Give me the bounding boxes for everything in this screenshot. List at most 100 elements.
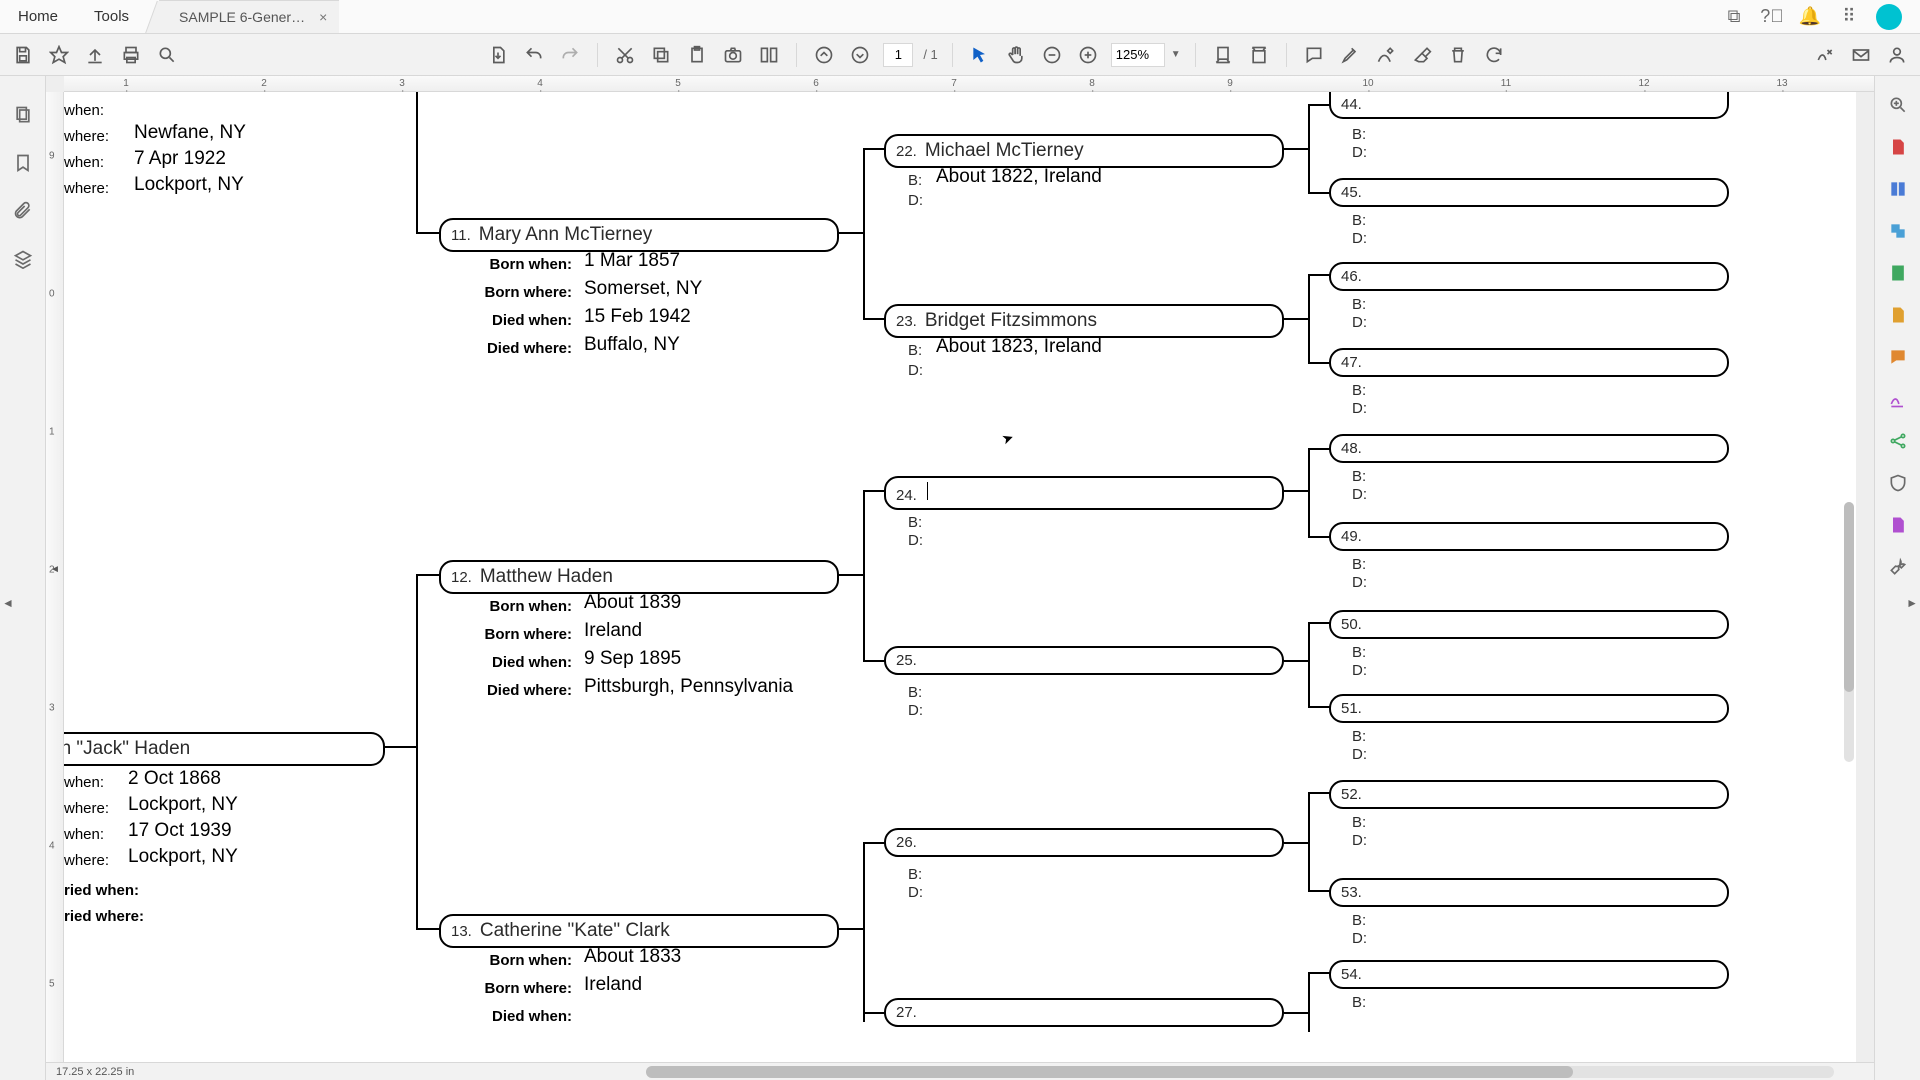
export-pdf-icon[interactable] xyxy=(485,42,511,68)
save-icon[interactable] xyxy=(10,42,36,68)
screenshot-icon[interactable]: ⧉ xyxy=(1724,7,1744,27)
more-tools-icon[interactable] xyxy=(1887,514,1909,536)
horizontal-ruler: 1 2 3 4 5 6 7 8 9 10 11 12 13 xyxy=(64,76,1874,92)
right-panel-strip: ► xyxy=(1874,76,1920,1080)
paste-icon[interactable] xyxy=(684,42,710,68)
draw-icon[interactable] xyxy=(1373,42,1399,68)
person-46-box[interactable]: 46. xyxy=(1329,262,1729,291)
search-icon[interactable] xyxy=(154,42,180,68)
star-icon[interactable] xyxy=(46,42,72,68)
frag-label: when: xyxy=(64,154,104,171)
print-icon[interactable] xyxy=(118,42,144,68)
menu-tools[interactable]: Tools xyxy=(76,0,147,33)
person-26-box[interactable]: 26. xyxy=(884,828,1284,857)
person-13-box[interactable]: 13. Catherine "Kate" Clark xyxy=(439,914,839,948)
zoom-dropdown-icon[interactable]: ▼ xyxy=(1171,49,1181,60)
organize-tool-icon[interactable] xyxy=(1887,304,1909,326)
document-tab-title: SAMPLE 6-Gener… xyxy=(179,9,305,25)
fit-width-icon[interactable] xyxy=(1210,42,1236,68)
delete-icon[interactable] xyxy=(1445,42,1471,68)
document-tab[interactable]: SAMPLE 6-Gener… × xyxy=(159,0,339,33)
page-up-icon[interactable] xyxy=(811,42,837,68)
hand-tool-icon[interactable] xyxy=(1003,42,1029,68)
vertical-scroll-thumb[interactable] xyxy=(1844,502,1854,692)
page-down-icon[interactable] xyxy=(847,42,873,68)
fit-page-icon[interactable] xyxy=(1246,42,1272,68)
person-52-box[interactable]: 52. xyxy=(1329,780,1729,809)
protect-tool-icon[interactable] xyxy=(1887,472,1909,494)
frag-value: Lockport, NY xyxy=(134,174,244,196)
cut-icon[interactable] xyxy=(612,42,638,68)
close-tab-icon[interactable]: × xyxy=(319,9,327,25)
apps-grid-icon[interactable]: ⠿ xyxy=(1838,7,1858,27)
share-tool-icon[interactable] xyxy=(1887,430,1909,452)
sign-icon[interactable] xyxy=(1812,42,1838,68)
page-number-input[interactable] xyxy=(883,43,913,67)
export-tool-icon[interactable] xyxy=(1887,262,1909,284)
person-53-box[interactable]: 53. xyxy=(1329,878,1729,907)
person-11-box[interactable]: 11. Mary Ann McTierney xyxy=(439,218,839,252)
zoom-in-icon[interactable] xyxy=(1075,42,1101,68)
pedigree-chart: when: where: Newfane, NY when: 7 Apr 192… xyxy=(64,92,1856,1062)
comment-icon[interactable] xyxy=(1301,42,1327,68)
main-toolbar: / 1 ▼ xyxy=(0,34,1920,76)
thumbnails-icon[interactable] xyxy=(12,104,34,126)
camera-icon[interactable] xyxy=(720,42,746,68)
right-collapse-icon[interactable]: ► xyxy=(1906,596,1918,610)
comments-tool-icon[interactable] xyxy=(1887,346,1909,368)
person-48-box[interactable]: 48. xyxy=(1329,434,1729,463)
share-icon[interactable] xyxy=(82,42,108,68)
help-icon[interactable]: ?⃝ xyxy=(1762,7,1782,27)
copy-icon[interactable] xyxy=(648,42,674,68)
mouse-cursor-icon: ➤ xyxy=(999,429,1016,449)
zoom-out-icon[interactable] xyxy=(1039,42,1065,68)
select-tool-icon[interactable] xyxy=(967,42,993,68)
person-49-box[interactable]: 49. xyxy=(1329,522,1729,551)
notifications-icon[interactable]: 🔔 xyxy=(1800,7,1820,27)
person-25-box[interactable]: 25. xyxy=(884,646,1284,675)
magnify-tool-icon[interactable] xyxy=(1887,94,1909,116)
email-icon[interactable] xyxy=(1848,42,1874,68)
account-avatar[interactable] xyxy=(1876,4,1902,30)
wrench-tool-icon[interactable] xyxy=(1887,556,1909,578)
create-pdf-tool-icon[interactable] xyxy=(1887,136,1909,158)
menu-bar: Home Tools SAMPLE 6-Gener… × ⧉ ?⃝ 🔔 ⠿ xyxy=(0,0,1920,34)
combine-tool-icon[interactable] xyxy=(1887,220,1909,242)
person-54-box[interactable]: 54. xyxy=(1329,960,1729,989)
person-50-box[interactable]: 50. xyxy=(1329,610,1729,639)
person-jack-box[interactable]: hn "Jack" Haden xyxy=(64,732,385,766)
edit-pdf-tool-icon[interactable] xyxy=(1887,178,1909,200)
layers-icon[interactable] xyxy=(12,248,34,270)
person-22-box[interactable]: 22. Michael McTierney xyxy=(884,134,1284,168)
person-24-box[interactable]: 24. xyxy=(884,476,1284,510)
page-dimensions-label: 17.25 x 22.25 in xyxy=(56,1066,134,1078)
bookmarks-icon[interactable] xyxy=(12,152,34,174)
fill-sign-tool-icon[interactable] xyxy=(1887,388,1909,410)
person-44-box[interactable]: 44. xyxy=(1329,92,1729,119)
person-51-box[interactable]: 51. xyxy=(1329,694,1729,723)
organize-pages-icon[interactable] xyxy=(756,42,782,68)
person-12-box[interactable]: 12. Matthew Haden xyxy=(439,560,839,594)
zoom-input[interactable] xyxy=(1111,43,1165,67)
attachments-icon[interactable] xyxy=(12,200,34,222)
horizontal-scrollbar[interactable] xyxy=(646,1066,1834,1078)
frag-label: where: xyxy=(64,128,109,145)
vertical-scrollbar[interactable] xyxy=(1844,502,1854,762)
person-23-box[interactable]: 23. Bridget Fitzsimmons xyxy=(884,304,1284,338)
person-45-box[interactable]: 45. xyxy=(1329,178,1729,207)
person-27-box[interactable]: 27. xyxy=(884,998,1284,1027)
document-page[interactable]: when: where: Newfane, NY when: 7 Apr 192… xyxy=(64,92,1856,1062)
status-bar: 17.25 x 22.25 in xyxy=(46,1062,1874,1080)
menu-home[interactable]: Home xyxy=(0,0,76,33)
horizontal-scroll-thumb[interactable] xyxy=(646,1066,1573,1078)
left-collapse-icon[interactable]: ◄ xyxy=(2,596,14,610)
highlight-icon[interactable] xyxy=(1337,42,1363,68)
erase-icon[interactable] xyxy=(1409,42,1435,68)
profile-icon[interactable] xyxy=(1884,42,1910,68)
refresh-icon[interactable] xyxy=(1481,42,1507,68)
frag-value: Newfane, NY xyxy=(134,122,246,144)
frag-value: 7 Apr 1922 xyxy=(134,148,226,170)
undo-icon[interactable] xyxy=(521,42,547,68)
person-47-box[interactable]: 47. xyxy=(1329,348,1729,377)
redo-icon[interactable] xyxy=(557,42,583,68)
